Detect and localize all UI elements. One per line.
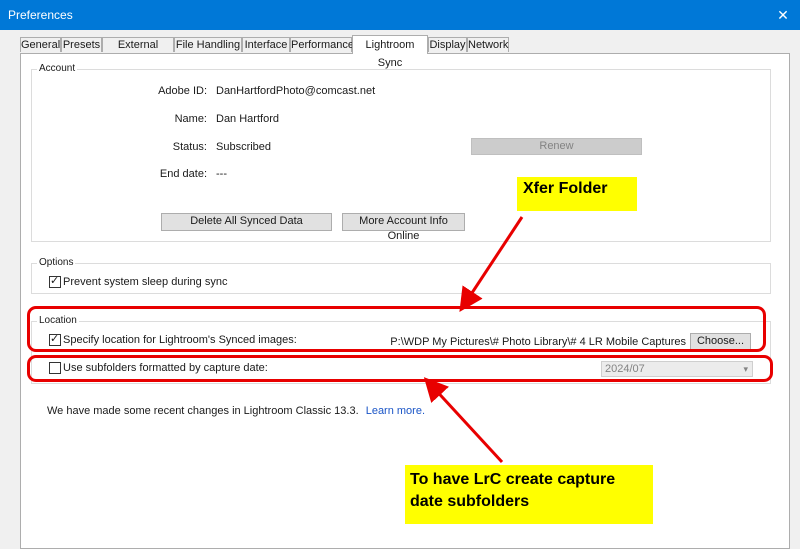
- capture-date-callout: To have LrC create capture date subfolde…: [405, 465, 653, 524]
- end-date-value: ---: [216, 168, 227, 180]
- status-value: Subscribed: [216, 141, 272, 153]
- xfer-folder-callout: Xfer Folder: [517, 177, 637, 211]
- tab-external-editing[interactable]: External Editing: [102, 37, 174, 66]
- tab-presets[interactable]: Presets: [61, 37, 102, 52]
- subfolders-highlight-box: [27, 355, 773, 382]
- tab-interface[interactable]: Interface: [242, 37, 290, 52]
- name-label: Name:: [174, 113, 207, 125]
- title-bar: Preferences ✕: [0, 0, 800, 30]
- delete-synced-data-button[interactable]: Delete All Synced Data: [161, 213, 332, 231]
- tab-file-handling[interactable]: File Handling: [174, 37, 242, 52]
- close-icon[interactable]: ✕: [774, 6, 792, 24]
- tab-display[interactable]: Display: [428, 37, 467, 52]
- tab-network[interactable]: Network: [467, 37, 509, 52]
- adobe-id-value: DanHartfordPhoto@comcast.net: [216, 85, 376, 97]
- tab-general[interactable]: General: [20, 37, 61, 52]
- capture-date-callout-line2: date subfolders: [410, 493, 530, 510]
- recent-changes-text: We have made some recent changes in Ligh…: [47, 405, 359, 417]
- end-date-label: End date:: [159, 168, 207, 180]
- recent-changes-message: We have made some recent changes in Ligh…: [47, 405, 425, 417]
- status-label: Status:: [172, 141, 207, 153]
- options-group-title: Options: [37, 257, 76, 268]
- window-title: Preferences: [8, 8, 73, 22]
- prevent-sleep-checkbox[interactable]: ✓: [49, 275, 61, 288]
- account-group-title: Account: [37, 63, 78, 74]
- capture-date-callout-line1: To have LrC create capture: [410, 471, 616, 488]
- check-icon: ✓: [50, 275, 60, 287]
- adobe-id-label: Adobe ID:: [158, 85, 207, 97]
- more-account-info-button[interactable]: More Account Info Online: [342, 213, 465, 242]
- learn-more-link[interactable]: Learn more.: [366, 405, 425, 417]
- renew-button[interactable]: Renew: [471, 138, 642, 155]
- prevent-sleep-label: Prevent system sleep during sync: [63, 276, 228, 288]
- name-value: Dan Hartford: [216, 113, 279, 125]
- location-highlight-box: [27, 306, 766, 352]
- tab-lightroom-sync[interactable]: Lightroom Sync: [352, 35, 428, 69]
- tab-performance[interactable]: Performance: [290, 37, 354, 52]
